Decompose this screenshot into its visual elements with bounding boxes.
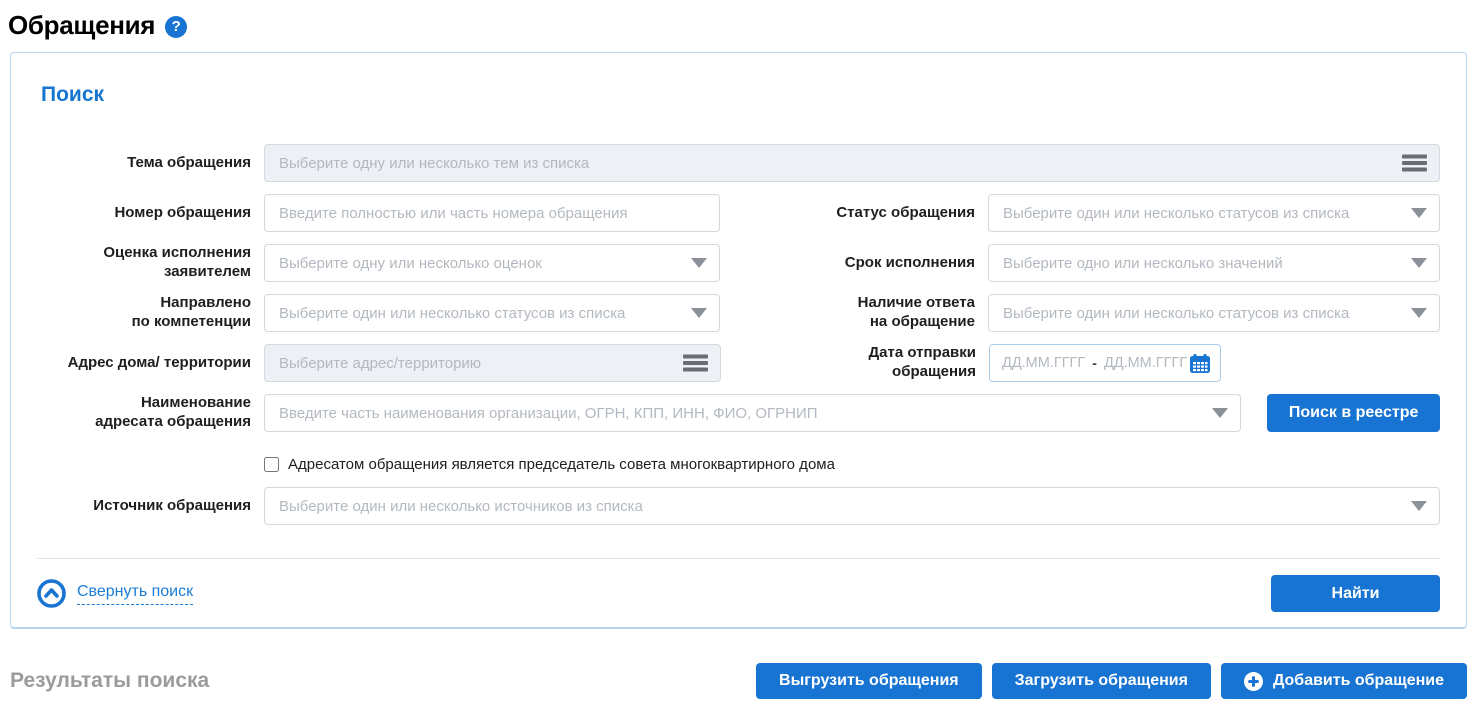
calendar-icon[interactable] (1190, 354, 1210, 373)
chevron-down-icon[interactable] (1212, 408, 1228, 418)
nomer-field[interactable] (264, 194, 720, 232)
istochnik-select[interactable] (264, 487, 1440, 525)
date-range-separator: - (1092, 355, 1097, 371)
results-heading: Результаты поиска (10, 669, 209, 693)
chevron-down-icon[interactable] (691, 258, 707, 268)
chairman-checkbox-label: Адресатом обращения является председател… (288, 456, 835, 473)
row-napravleno-nalichie: Направленопо компетенции Наличие ответан… (37, 294, 1440, 332)
add-appeal-label: Добавить обращение (1273, 672, 1444, 690)
chevron-down-icon[interactable] (691, 308, 707, 318)
chairman-checkbox-row: Адресатом обращения является председател… (264, 456, 1440, 473)
naimenovanie-input[interactable] (265, 395, 1206, 431)
status-select[interactable] (988, 194, 1440, 232)
row-ocenka-srok: Оценка исполнениязаявителем Срок исполне… (37, 244, 1440, 282)
nalichie-input[interactable] (989, 295, 1405, 331)
chevron-down-icon[interactable] (1411, 258, 1427, 268)
adres-input[interactable] (265, 345, 677, 381)
ocenka-label: Оценка исполнениязаявителем (37, 244, 264, 282)
nomer-label: Номер обращения (37, 204, 264, 223)
srok-label: Срок исполнения (720, 254, 988, 273)
search-heading: Поиск (41, 83, 1440, 107)
row-tema: Тема обращения (37, 144, 1440, 182)
adres-label: Адрес дома/ территории (37, 354, 264, 373)
napravleno-select[interactable] (264, 294, 720, 332)
add-appeal-button[interactable]: Добавить обращение (1221, 663, 1467, 699)
find-button[interactable]: Найти (1271, 575, 1440, 612)
istochnik-input[interactable] (265, 488, 1405, 524)
chevron-down-icon[interactable] (1411, 501, 1427, 511)
tema-label: Тема обращения (37, 154, 264, 173)
chevron-down-icon[interactable] (1411, 208, 1427, 218)
chairman-checkbox[interactable] (264, 457, 279, 472)
chevron-up-circle-icon[interactable] (37, 579, 66, 608)
row-nomer-status: Номер обращения Статус обращения (37, 194, 1440, 232)
collapse-search-link[interactable]: Свернуть поиск (37, 579, 193, 608)
napravleno-label: Направленопо компетенции (37, 294, 264, 332)
panel-footer: Свернуть поиск Найти (37, 559, 1440, 627)
ocenka-select[interactable] (264, 244, 720, 282)
srok-input[interactable] (989, 245, 1405, 281)
list-menu-icon[interactable] (683, 354, 708, 372)
tema-select[interactable] (264, 144, 1440, 182)
collapse-search-label[interactable]: Свернуть поиск (77, 583, 193, 605)
list-menu-icon[interactable] (1402, 154, 1427, 172)
status-label: Статус обращения (720, 204, 988, 223)
tema-input[interactable] (265, 145, 1396, 181)
page-header: Обращения ? (8, 6, 1477, 44)
row-naimenovanie: Наименованиеадресата обращения Поиск в р… (37, 394, 1440, 432)
naimenovanie-label: Наименованиеадресата обращения (37, 394, 264, 432)
nomer-input[interactable] (265, 195, 707, 231)
results-buttons: Выгрузить обращения Загрузить обращения … (756, 663, 1467, 699)
row-adres-data: Адрес дома/ территории Дата отправкиобра… (37, 344, 1440, 382)
chevron-down-icon[interactable] (1411, 308, 1427, 318)
plus-circle-icon (1244, 672, 1263, 691)
search-panel: Поиск Тема обращения Номер обращения Ста… (10, 52, 1467, 629)
ocenka-input[interactable] (265, 245, 685, 281)
istochnik-label: Источник обращения (37, 497, 264, 516)
data-otpravki-label: Дата отправкиобращения (721, 344, 989, 382)
date-range-field[interactable]: ДД.ММ.ГГГГ - ДД.ММ.ГГГГ (989, 344, 1221, 382)
naimenovanie-field[interactable] (264, 394, 1241, 432)
srok-select[interactable] (988, 244, 1440, 282)
import-appeals-button[interactable]: Загрузить обращения (992, 663, 1211, 699)
napravleno-input[interactable] (265, 295, 685, 331)
date-from-value[interactable]: ДД.ММ.ГГГГ (1002, 355, 1085, 371)
search-registry-button[interactable]: Поиск в реестре (1267, 394, 1440, 432)
row-istochnik: Источник обращения (37, 487, 1440, 525)
nalichie-select[interactable] (988, 294, 1440, 332)
help-icon[interactable]: ? (165, 16, 187, 38)
results-section: Результаты поиска Выгрузить обращения За… (10, 663, 1467, 699)
adres-select[interactable] (264, 344, 721, 382)
status-input[interactable] (989, 195, 1405, 231)
page-title: Обращения (8, 10, 155, 41)
export-appeals-button[interactable]: Выгрузить обращения (756, 663, 982, 699)
date-to-value[interactable]: ДД.ММ.ГГГГ (1104, 355, 1187, 371)
nalichie-label: Наличие ответана обращение (720, 294, 988, 332)
